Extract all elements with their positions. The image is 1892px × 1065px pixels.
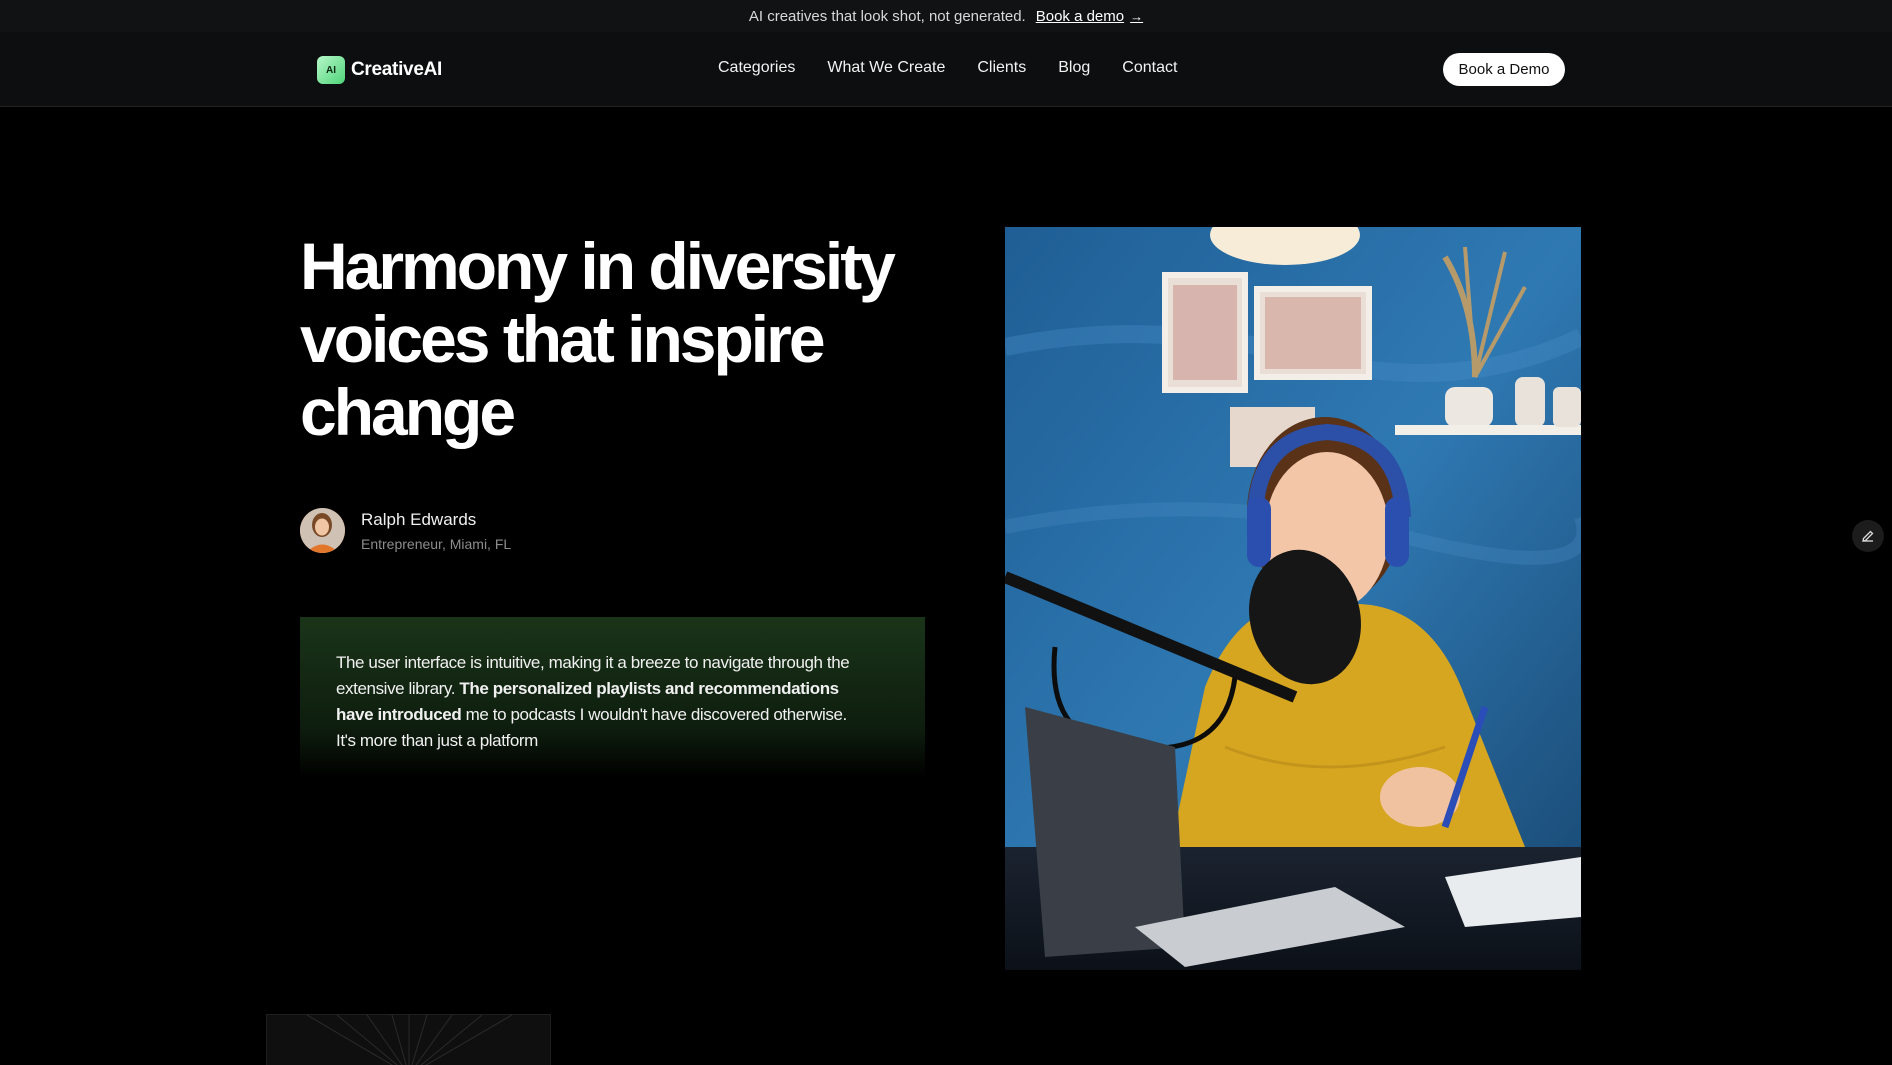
bottom-card-preview: [266, 1014, 551, 1065]
nav-link-categories[interactable]: Categories: [718, 59, 795, 77]
author-name: Ralph Edwards: [361, 509, 477, 529]
book-demo-link[interactable]: Book a demo →: [1036, 8, 1143, 25]
book-demo-link-label: Book a demo: [1035, 7, 1125, 25]
arrow-right-icon: →: [1130, 8, 1144, 24]
logo-text: CreativeAI: [351, 59, 442, 80]
nav-link-blog[interactable]: Blog: [1058, 59, 1090, 77]
announcement-bar: AI creatives that look shot, not generat…: [0, 0, 1892, 32]
nav-link-contact[interactable]: Contact: [1122, 59, 1177, 77]
announcement-text: AI creatives that look shot, not generat…: [748, 7, 1026, 25]
author-info: Ralph Edwards Entrepreneur, Miami, FL: [361, 510, 511, 552]
nav-link-clients[interactable]: Clients: [977, 59, 1026, 77]
pencil-icon: [1862, 530, 1874, 542]
logo-badge-icon: AI: [317, 56, 345, 84]
nav-link-what-we-create[interactable]: What We Create: [827, 59, 945, 77]
navbar: AI CreativeAI Categories What We Create …: [0, 32, 1892, 107]
nav-links: Categories What We Create Clients Blog C…: [718, 59, 1177, 77]
avatar: [300, 508, 345, 553]
headline-line-1: Harmony in diversity: [300, 229, 896, 303]
headline-line-3: change: [300, 375, 516, 449]
book-demo-button[interactable]: Book a Demo: [1443, 53, 1565, 86]
testimonial-quote: The user interface is intuitive, making …: [336, 650, 856, 754]
hero-headline: Harmony in diversity voices that inspire…: [300, 230, 900, 449]
edit-button[interactable]: [1852, 520, 1884, 552]
author-role: Entrepreneur, Miami, FL: [361, 535, 512, 552]
testimonial-quote-box: The user interface is intuitive, making …: [300, 617, 925, 777]
headline-line-2: voices that inspire: [300, 302, 826, 376]
testimonial-author: Ralph Edwards Entrepreneur, Miami, FL: [300, 508, 511, 553]
radial-lines-graphic: [306, 1015, 513, 1065]
podcaster-photo: [1005, 227, 1581, 970]
logo[interactable]: AI CreativeAI: [317, 56, 442, 84]
